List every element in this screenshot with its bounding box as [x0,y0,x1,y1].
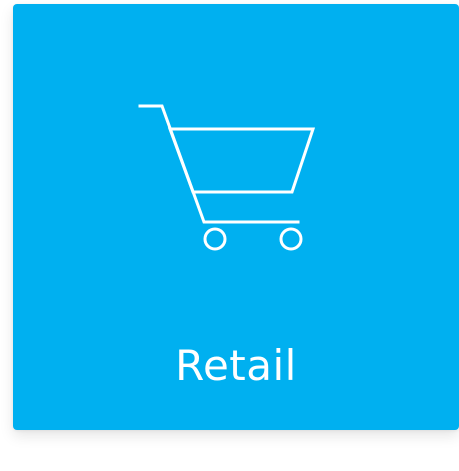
tile-label: Retail [175,341,297,390]
shopping-cart-icon [138,104,316,251]
retail-tile[interactable]: Retail [13,4,459,430]
